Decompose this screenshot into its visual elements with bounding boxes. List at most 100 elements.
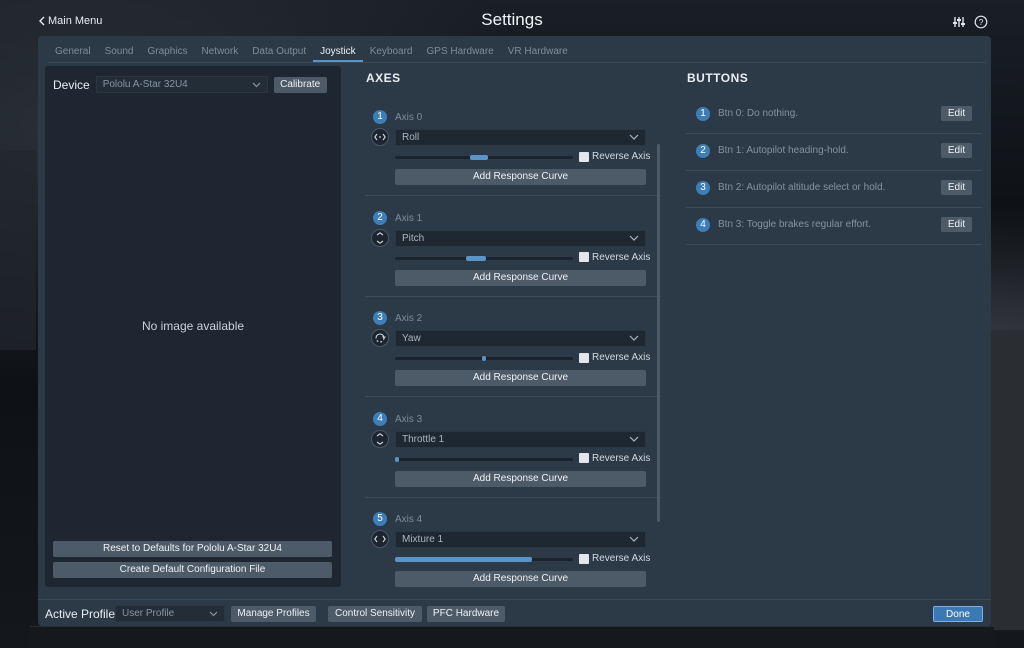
yaw-axis-icon xyxy=(371,329,389,347)
manage-profiles-button[interactable]: Manage Profiles xyxy=(231,606,316,622)
button-mapping-text: Btn 1: Autopilot heading-hold. xyxy=(718,145,849,156)
axis-value-fill xyxy=(395,557,533,562)
axis-assignment-select[interactable]: Mixture 1 xyxy=(395,531,646,548)
axes-title: AXES xyxy=(366,71,401,85)
reverse-axis-label: Reverse Axis xyxy=(592,553,651,564)
axis-assignment-select[interactable]: Pitch xyxy=(395,229,646,247)
checkbox-icon xyxy=(579,252,589,262)
help-icon[interactable]: ? xyxy=(974,15,988,29)
axis-number-badge: 4 xyxy=(373,411,387,426)
pitch-axis-icon xyxy=(371,228,389,247)
axis-assignment-value: Throttle 1 xyxy=(402,433,445,445)
axis-block: 2 Axis 1 Pitch Reverse Axis Add Response Cur… xyxy=(365,209,653,309)
reverse-axis-checkbox[interactable]: Reverse Axis xyxy=(579,352,650,363)
create-config-button[interactable]: Create Default Configuration File xyxy=(53,562,332,578)
axis-block: 3 Axis 2 Yaw Reverse Axis Add Response Curve xyxy=(365,309,653,409)
axis-value-slider xyxy=(395,456,573,462)
axis-value-fill xyxy=(466,255,486,261)
reverse-axis-checkbox[interactable]: Reverse Axis xyxy=(579,252,650,263)
buttons-title: BUTTONS xyxy=(687,71,749,85)
axis-name: Axis 1 xyxy=(395,212,423,224)
button-mapping-text: Btn 2: Autopilot altitude select or hold… xyxy=(718,182,886,193)
axis-assignment-value: Roll xyxy=(402,132,420,143)
axis-value-slider xyxy=(395,255,573,261)
button-row: 3 Btn 2: Autopilot altitude select or ho… xyxy=(686,171,982,208)
axis-name: Axis 0 xyxy=(395,112,423,123)
svg-text:?: ? xyxy=(979,17,984,27)
button-mapping-text: Btn 0: Do nothing. xyxy=(718,108,799,119)
settings-panel: General Sound Graphics Network Data Outp… xyxy=(38,36,991,626)
axis-value-slider xyxy=(395,356,573,361)
axis-name: Axis 4 xyxy=(395,514,423,525)
chevron-down-icon xyxy=(252,82,261,87)
device-select-value: Pololu A-Star 32U4 xyxy=(102,79,188,90)
axis-assignment-select[interactable]: Yaw xyxy=(395,330,646,347)
axis-divider xyxy=(365,195,661,196)
pfc-hardware-button[interactable]: PFC Hardware xyxy=(427,606,505,622)
tab-gps-hardware[interactable]: GPS Hardware xyxy=(420,46,501,62)
button-row: 1 Btn 0: Do nothing. Edit xyxy=(686,97,982,134)
chevron-down-icon xyxy=(629,233,639,244)
add-response-curve-button[interactable]: Add Response Curve xyxy=(395,470,646,487)
axis-block: 5 Axis 4 Mixture 1 Reverse Axis Add Response… xyxy=(365,510,653,596)
sliders-icon[interactable] xyxy=(952,15,966,29)
axis-value-fill xyxy=(469,155,488,160)
button-number-badge: 4 xyxy=(696,218,710,232)
axis-assignment-value: Mixture 1 xyxy=(402,534,444,545)
no-image-text: No image available xyxy=(141,319,245,333)
checkbox-icon xyxy=(579,453,589,463)
device-panel: Device Pololu A-Star 32U4 Calibrate No i… xyxy=(45,66,341,587)
reverse-axis-checkbox[interactable]: Reverse Axis xyxy=(579,553,650,564)
axis-value-slider xyxy=(395,557,573,562)
reverse-axis-checkbox[interactable]: Reverse Axis xyxy=(579,453,650,464)
axis-name: Axis 2 xyxy=(395,313,423,324)
reset-defaults-button[interactable]: Reset to Defaults for Pololu A-Star 32U4 xyxy=(53,541,332,557)
chevron-down-icon xyxy=(209,611,218,616)
chevron-down-icon xyxy=(629,434,639,445)
calibrate-button[interactable]: Calibrate xyxy=(273,76,327,93)
background-cockpit-left xyxy=(0,150,36,350)
axis-value-fill xyxy=(395,456,399,462)
tab-general[interactable]: General xyxy=(48,46,98,62)
tab-vr-hardware[interactable]: VR Hardware xyxy=(501,46,575,62)
throttle-axis-icon xyxy=(371,429,389,448)
add-response-curve-button[interactable]: Add Response Curve xyxy=(395,571,646,587)
top-bar: Main Menu Settings ? xyxy=(0,0,1024,40)
tab-sound[interactable]: Sound xyxy=(98,46,141,62)
axis-value-fill xyxy=(482,356,487,361)
add-response-curve-button[interactable]: Add Response Curve xyxy=(395,269,646,286)
tab-keyboard[interactable]: Keyboard xyxy=(363,46,420,62)
add-response-curve-button[interactable]: Add Response Curve xyxy=(395,169,646,185)
edit-button[interactable]: Edit xyxy=(941,143,972,158)
chevron-down-icon xyxy=(629,333,639,344)
button-number-badge: 2 xyxy=(696,144,710,158)
add-response-curve-button[interactable]: Add Response Curve xyxy=(395,370,646,386)
reverse-axis-checkbox[interactable]: Reverse Axis xyxy=(579,151,650,162)
axis-divider xyxy=(365,295,661,297)
checkbox-icon xyxy=(579,352,589,363)
control-sensitivity-button[interactable]: Control Sensitivity xyxy=(328,606,422,622)
profile-select[interactable]: User Profile xyxy=(115,605,225,622)
axis-block: 4 Axis 3 Throttle 1 Reverse Axis Add Respons… xyxy=(365,410,653,510)
edit-button[interactable]: Edit xyxy=(941,217,972,232)
done-button[interactable]: Done xyxy=(933,606,983,622)
tabs-divider xyxy=(48,62,985,63)
axis-number-badge: 5 xyxy=(373,512,387,526)
device-select[interactable]: Pololu A-Star 32U4 xyxy=(95,76,268,93)
reverse-axis-label: Reverse Axis xyxy=(592,251,651,263)
edit-button[interactable]: Edit xyxy=(941,106,972,121)
tab-graphics[interactable]: Graphics xyxy=(141,46,195,62)
axes-scrollbar[interactable] xyxy=(657,144,660,522)
axis-name: Axis 3 xyxy=(395,413,423,425)
tab-joystick[interactable]: Joystick xyxy=(313,46,363,62)
tab-network[interactable]: Network xyxy=(195,46,246,62)
axis-assignment-select[interactable]: Roll xyxy=(395,129,646,146)
roll-axis-icon xyxy=(371,128,389,146)
tab-data-output[interactable]: Data Output xyxy=(245,46,313,62)
edit-button[interactable]: Edit xyxy=(941,180,972,195)
profile-select-value: User Profile xyxy=(122,608,175,619)
axes-list: 1 Axis 0 Roll Reverse Axis Add Response Curv… xyxy=(365,106,663,596)
axis-assignment-select[interactable]: Throttle 1 xyxy=(395,430,646,448)
checkbox-icon xyxy=(579,553,589,564)
background-cockpit-bottom xyxy=(30,626,994,648)
